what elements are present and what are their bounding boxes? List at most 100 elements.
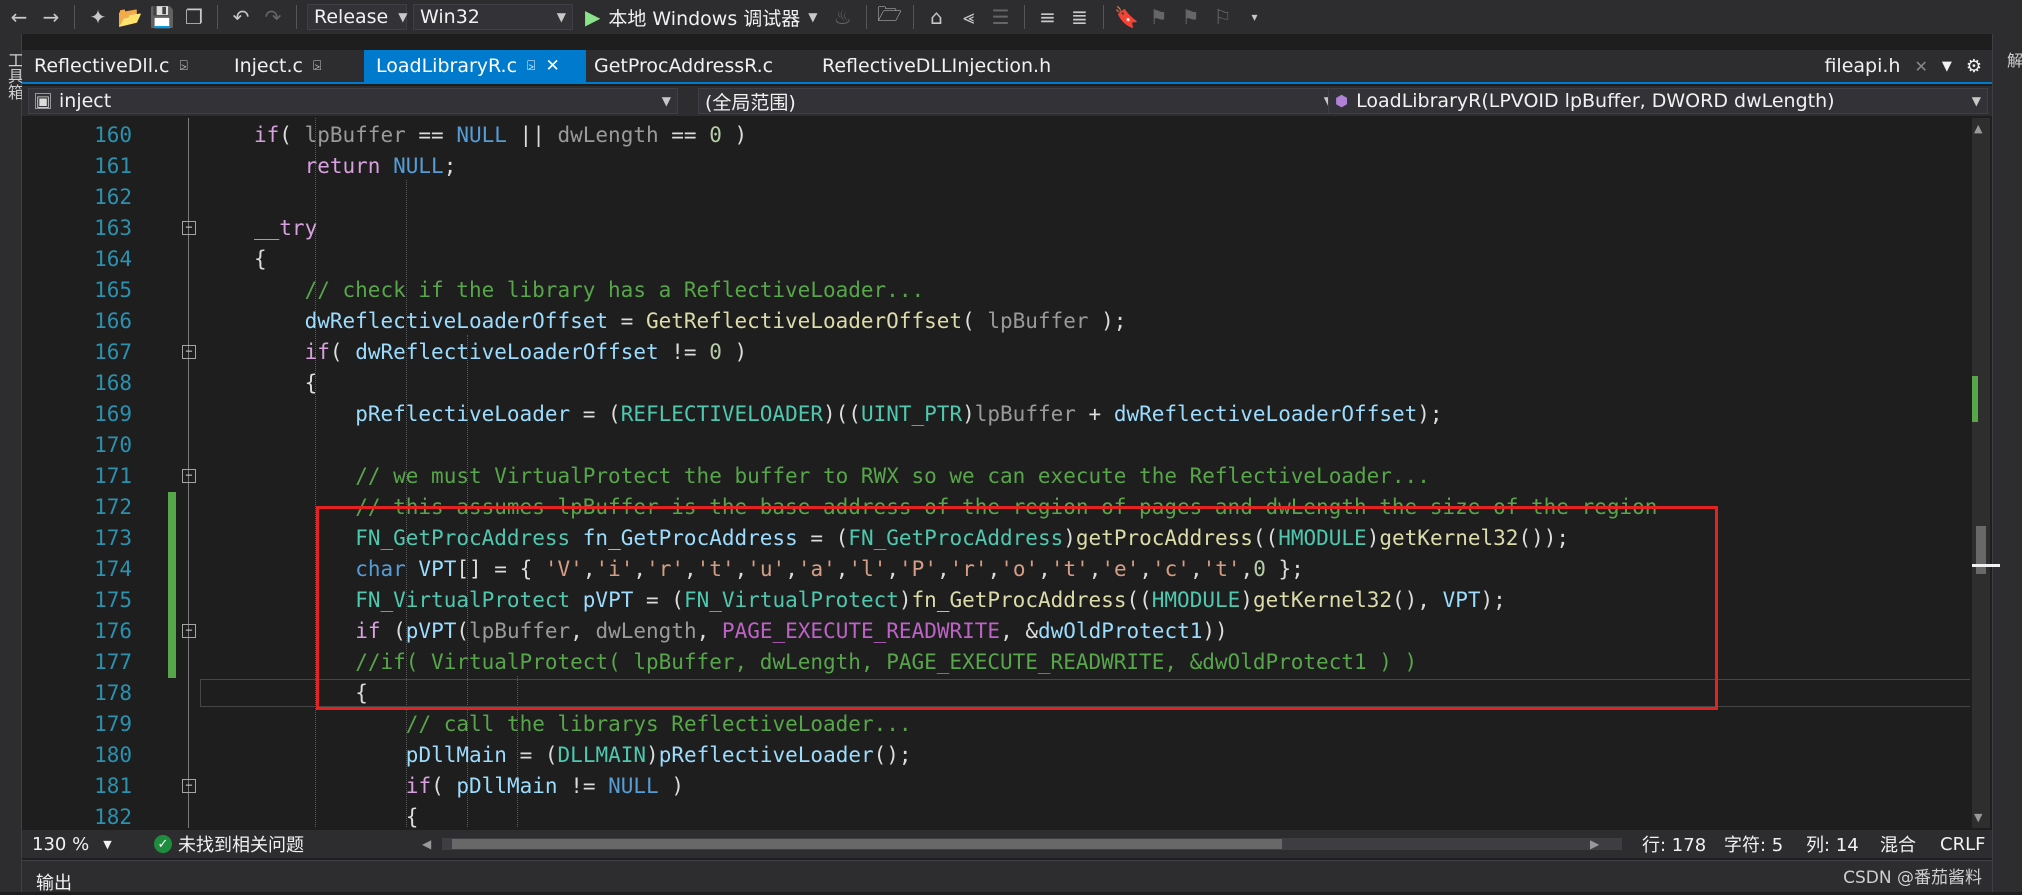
open-folder-icon[interactable]: 📂 bbox=[117, 4, 143, 30]
code-line[interactable]: 176− if (pVPT(lpBuffer, dwLength, PAGE_EX… bbox=[22, 616, 1970, 647]
toolbar-overflow-icon[interactable]: ▾ bbox=[1242, 4, 1268, 30]
vertical-scrollbar[interactable]: ▲ ▼ bbox=[1972, 118, 2000, 828]
hot-reload-icon[interactable]: ♨ bbox=[830, 4, 856, 30]
clear-bookmarks-icon[interactable]: ⚐ bbox=[1210, 4, 1236, 30]
indent-mode-indicator[interactable]: 混合 bbox=[1880, 830, 1916, 858]
collapse-icon[interactable]: − bbox=[182, 624, 196, 638]
collapse-icon[interactable]: − bbox=[182, 345, 196, 359]
pin-icon[interactable]: ⍄ bbox=[527, 58, 535, 74]
pin-icon[interactable]: ⍄ bbox=[179, 58, 187, 74]
member-dropdown[interactable]: ⬢ LoadLibraryR(LPVOID lpBuffer, DWORD dw… bbox=[1328, 88, 1988, 114]
line-number: 169 bbox=[94, 402, 132, 426]
code-line[interactable]: 178 { bbox=[22, 678, 1970, 709]
code-line[interactable]: 169 pReflectiveLoader = (REFLECTIVELOADER… bbox=[22, 399, 1970, 430]
code-token: ) bbox=[1240, 588, 1253, 612]
save-icon[interactable]: 💾 bbox=[149, 4, 175, 30]
close-icon[interactable]: ✕ bbox=[1914, 57, 1927, 76]
code-token: ) bbox=[1063, 526, 1076, 550]
scope-dropdown[interactable]: (全局范围) ▼ bbox=[698, 88, 1340, 114]
collapse-icon[interactable]: − bbox=[182, 221, 196, 235]
previous-bookmark-icon[interactable]: ⚑ bbox=[1146, 4, 1172, 30]
tab-reflectivedllinjection-h[interactable]: ReflectiveDLLInjection.h bbox=[810, 50, 1070, 82]
code-line[interactable]: 163 − __try bbox=[22, 213, 1970, 244]
code-line[interactable]: 179 // call the librarys ReflectiveLoader… bbox=[22, 709, 1970, 740]
collapse-icon[interactable]: ☰ bbox=[988, 4, 1014, 30]
column-indicator[interactable]: 列: 14 bbox=[1806, 830, 1859, 858]
tab-inject-c[interactable]: Inject.c ⍄ bbox=[222, 50, 352, 82]
change-indicator bbox=[168, 554, 176, 585]
zoom-dropdown[interactable]: 130 % ▼ bbox=[32, 830, 112, 858]
tab-reflectivedll-c[interactable]: ReflectiveDll.c ⍄ bbox=[22, 50, 192, 82]
function-icon: ⬢ bbox=[1335, 92, 1349, 110]
code-line[interactable]: 161 return NULL; bbox=[22, 151, 1970, 182]
code-token: NULL bbox=[393, 154, 444, 178]
solution-platform-dropdown[interactable]: Win32 ▼ bbox=[413, 4, 573, 30]
undo-icon[interactable]: ↶ bbox=[228, 4, 254, 30]
code-line[interactable]: 168 { bbox=[22, 368, 1970, 399]
tab-getprocaddressr-c[interactable]: GetProcAddressR.c bbox=[582, 50, 782, 82]
collapse-icon[interactable]: − bbox=[182, 469, 196, 483]
line-indicator[interactable]: 行: 178 bbox=[1642, 830, 1706, 858]
code-line[interactable]: 166 dwReflectiveLoaderOffset = GetReflect… bbox=[22, 306, 1970, 337]
solution-explorer-tab[interactable]: 解 bbox=[2001, 52, 2022, 68]
horizontal-scroll-thumb[interactable] bbox=[452, 839, 1282, 849]
uncomment-lines-icon[interactable]: ≣ bbox=[1067, 4, 1093, 30]
browse-folder-icon[interactable]: 🗁 bbox=[877, 2, 903, 30]
char-indicator[interactable]: 字符: 5 bbox=[1724, 830, 1783, 858]
navigate-forward-icon[interactable]: → bbox=[38, 4, 64, 30]
redo-icon[interactable]: ↷ bbox=[260, 4, 286, 30]
code-line[interactable]: 160 if( lpBuffer == NULL || dwLength == 0… bbox=[22, 120, 1970, 151]
tab-fileapi-h[interactable]: fileapi.h bbox=[1824, 55, 1900, 77]
bookmark-icon[interactable]: 🔖 bbox=[1114, 4, 1140, 30]
code-token: dwOldProtect1 bbox=[1038, 619, 1203, 643]
horizontal-scrollbar[interactable] bbox=[442, 838, 1622, 850]
scroll-down-icon[interactable]: ▼ bbox=[1974, 811, 1982, 824]
scroll-left-icon[interactable]: ◀ bbox=[422, 830, 431, 858]
code-token: ); bbox=[1088, 309, 1127, 333]
code-line[interactable]: 182 { bbox=[22, 802, 1970, 828]
new-project-icon[interactable]: ✦ bbox=[85, 4, 111, 30]
collapse-icon[interactable]: − bbox=[182, 779, 196, 793]
code-token: [] = { bbox=[456, 557, 545, 581]
scroll-up-icon[interactable]: ▲ bbox=[1974, 122, 1982, 135]
code-line[interactable]: 172 // this assumes lpBuffer is the base … bbox=[22, 492, 1970, 523]
solution-configuration-dropdown[interactable]: Release ▼ bbox=[307, 4, 407, 30]
comment-lines-icon[interactable]: ≡ bbox=[1035, 4, 1061, 30]
issues-indicator[interactable]: ✓ 未找到相关问题 bbox=[154, 830, 304, 858]
save-all-icon[interactable]: ❐ bbox=[181, 4, 207, 30]
project-dropdown[interactable]: ▣ inject ▼ bbox=[28, 88, 678, 114]
tab-loadlibraryr-c[interactable]: LoadLibraryR.c ⍄ ✕ bbox=[364, 50, 586, 82]
code-token: + bbox=[1075, 402, 1114, 426]
next-bookmark-icon[interactable]: ⚑ bbox=[1178, 4, 1204, 30]
scroll-right-icon[interactable]: ▶ bbox=[1590, 830, 1599, 858]
line-number: 182 bbox=[94, 805, 132, 828]
code-token: , bbox=[1189, 557, 1203, 581]
code-line[interactable]: 174 char VPT[] = { 'V','i','r','t','u','a… bbox=[22, 554, 1970, 585]
code-line[interactable]: 181 − if( pDllMain != NULL ) bbox=[22, 771, 1970, 802]
code-line[interactable]: 180 pDllMain = (DLLMAIN)pReflectiveLoader… bbox=[22, 740, 1970, 771]
output-panel-title[interactable]: 输出 bbox=[36, 869, 72, 895]
close-icon[interactable]: ✕ bbox=[545, 56, 559, 76]
code-token: ; bbox=[443, 154, 457, 178]
change-marker bbox=[1972, 376, 1978, 422]
code-line[interactable]: 175 FN_VirtualProtect pVPT = (FN_VirtualP… bbox=[22, 585, 1970, 616]
code-line[interactable]: 177 //if( VirtualProtect( lpBuffer, dwLen… bbox=[22, 647, 1970, 678]
step-icon[interactable]: ⪡ bbox=[956, 4, 982, 30]
home-icon[interactable]: ⌂ bbox=[924, 4, 950, 30]
code-editor[interactable]: 160 if( lpBuffer == NULL || dwLength == 0… bbox=[22, 118, 1970, 828]
tab-list-dropdown-icon[interactable]: ▼ bbox=[1942, 59, 1952, 74]
code-line[interactable]: 170 bbox=[22, 430, 1970, 461]
code-token: lpBuffer bbox=[469, 619, 571, 643]
code-token: , bbox=[1088, 557, 1102, 581]
code-line[interactable]: 167 − if( dwReflectiveLoaderOffset != 0 ) bbox=[22, 337, 1970, 368]
code-line[interactable]: 165 // check if the library has a Reflect… bbox=[22, 275, 1970, 306]
code-line[interactable]: 162 bbox=[22, 182, 1970, 213]
navigate-back-icon[interactable]: ← bbox=[6, 4, 32, 30]
start-debugging-button[interactable]: ▶ 本地 Windows 调试器 ▼ bbox=[579, 4, 824, 31]
settings-icon[interactable]: ⚙ bbox=[1966, 56, 1982, 77]
code-line[interactable]: 171 − // we must VirtualProtect the buffer… bbox=[22, 461, 1970, 492]
pin-icon[interactable]: ⍄ bbox=[313, 58, 321, 74]
code-line[interactable]: 164 { bbox=[22, 244, 1970, 275]
line-ending-indicator[interactable]: CRLF bbox=[1940, 830, 1985, 858]
code-line[interactable]: 173 FN_GetProcAddress fn_GetProcAddress =… bbox=[22, 523, 1970, 554]
